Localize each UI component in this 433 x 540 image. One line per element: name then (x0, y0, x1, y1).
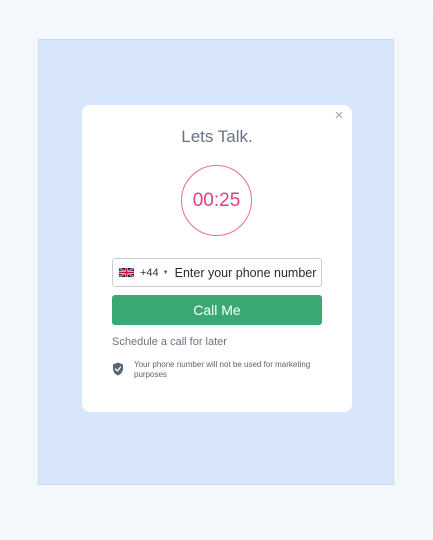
shield-check-icon (113, 362, 123, 376)
dial-code: +44 (140, 266, 159, 279)
countdown-timer: 00:25 (181, 165, 252, 236)
phone-field: +44 ▼ (112, 258, 322, 287)
uk-flag-icon (119, 268, 134, 277)
call-me-button[interactable]: Call Me (112, 295, 322, 325)
privacy-notice: Your phone number will not be used for m… (112, 360, 327, 380)
timer-value: 00:25 (192, 189, 241, 211)
schedule-call-link[interactable]: Schedule a call for later (112, 336, 227, 348)
phone-number-input[interactable] (174, 259, 321, 286)
close-icon[interactable]: × (332, 107, 346, 125)
dialog-title: Lets Talk. (181, 127, 253, 146)
call-me-dialog: × Lets Talk. 00:25 +44 ▼ Call Me Schedul… (82, 105, 352, 412)
privacy-text: Your phone number will not be used for m… (134, 360, 311, 379)
chevron-down-icon: ▼ (162, 269, 169, 276)
country-selector[interactable]: +44 ▼ (113, 259, 175, 286)
